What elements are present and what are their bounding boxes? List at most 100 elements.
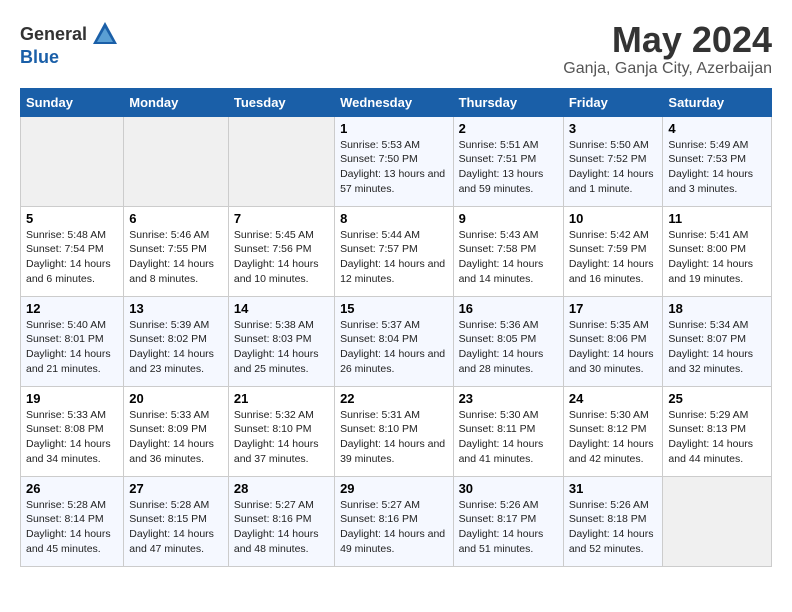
day-info: Sunrise: 5:53 AMSunset: 7:50 PMDaylight:… <box>340 138 447 197</box>
day-number: 1 <box>340 121 447 136</box>
day-info: Sunrise: 5:30 AMSunset: 8:12 PMDaylight:… <box>569 408 658 467</box>
day-info: Sunrise: 5:42 AMSunset: 7:59 PMDaylight:… <box>569 228 658 287</box>
header-wednesday: Wednesday <box>335 88 453 116</box>
day-info: Sunrise: 5:39 AMSunset: 8:02 PMDaylight:… <box>129 318 223 377</box>
calendar-week-row: 1 Sunrise: 5:53 AMSunset: 7:50 PMDayligh… <box>21 116 772 206</box>
day-number: 20 <box>129 391 223 406</box>
day-info: Sunrise: 5:49 AMSunset: 7:53 PMDaylight:… <box>668 138 766 197</box>
day-info: Sunrise: 5:26 AMSunset: 8:17 PMDaylight:… <box>459 498 558 557</box>
logo-blue: Blue <box>20 47 59 67</box>
calendar-cell: 8 Sunrise: 5:44 AMSunset: 7:57 PMDayligh… <box>335 206 453 296</box>
day-number: 9 <box>459 211 558 226</box>
calendar-cell: 15 Sunrise: 5:37 AMSunset: 8:04 PMDaylig… <box>335 296 453 386</box>
calendar-cell: 7 Sunrise: 5:45 AMSunset: 7:56 PMDayligh… <box>228 206 334 296</box>
logo-icon <box>91 20 119 48</box>
day-number: 19 <box>26 391 118 406</box>
day-info: Sunrise: 5:48 AMSunset: 7:54 PMDaylight:… <box>26 228 118 287</box>
logo-general: General <box>20 25 87 43</box>
day-info: Sunrise: 5:32 AMSunset: 8:10 PMDaylight:… <box>234 408 329 467</box>
day-info: Sunrise: 5:34 AMSunset: 8:07 PMDaylight:… <box>668 318 766 377</box>
header-monday: Monday <box>124 88 229 116</box>
calendar-cell: 14 Sunrise: 5:38 AMSunset: 8:03 PMDaylig… <box>228 296 334 386</box>
calendar-cell: 10 Sunrise: 5:42 AMSunset: 7:59 PMDaylig… <box>563 206 663 296</box>
day-number: 24 <box>569 391 658 406</box>
calendar-week-row: 26 Sunrise: 5:28 AMSunset: 8:14 PMDaylig… <box>21 476 772 566</box>
day-number: 6 <box>129 211 223 226</box>
day-info: Sunrise: 5:38 AMSunset: 8:03 PMDaylight:… <box>234 318 329 377</box>
day-number: 12 <box>26 301 118 316</box>
day-number: 8 <box>340 211 447 226</box>
calendar-cell <box>124 116 229 206</box>
calendar-cell: 9 Sunrise: 5:43 AMSunset: 7:58 PMDayligh… <box>453 206 563 296</box>
day-number: 22 <box>340 391 447 406</box>
day-number: 5 <box>26 211 118 226</box>
calendar-cell <box>228 116 334 206</box>
day-info: Sunrise: 5:40 AMSunset: 8:01 PMDaylight:… <box>26 318 118 377</box>
calendar-cell: 22 Sunrise: 5:31 AMSunset: 8:10 PMDaylig… <box>335 386 453 476</box>
calendar-cell: 5 Sunrise: 5:48 AMSunset: 7:54 PMDayligh… <box>21 206 124 296</box>
day-info: Sunrise: 5:50 AMSunset: 7:52 PMDaylight:… <box>569 138 658 197</box>
day-number: 11 <box>668 211 766 226</box>
day-info: Sunrise: 5:26 AMSunset: 8:18 PMDaylight:… <box>569 498 658 557</box>
day-number: 2 <box>459 121 558 136</box>
day-info: Sunrise: 5:43 AMSunset: 7:58 PMDaylight:… <box>459 228 558 287</box>
page-header: General Blue May 2024 Ganja, Ganja City,… <box>20 20 772 78</box>
calendar-cell: 31 Sunrise: 5:26 AMSunset: 8:18 PMDaylig… <box>563 476 663 566</box>
day-number: 21 <box>234 391 329 406</box>
calendar-cell: 12 Sunrise: 5:40 AMSunset: 8:01 PMDaylig… <box>21 296 124 386</box>
day-info: Sunrise: 5:33 AMSunset: 8:08 PMDaylight:… <box>26 408 118 467</box>
day-number: 31 <box>569 481 658 496</box>
day-info: Sunrise: 5:28 AMSunset: 8:15 PMDaylight:… <box>129 498 223 557</box>
calendar-week-row: 5 Sunrise: 5:48 AMSunset: 7:54 PMDayligh… <box>21 206 772 296</box>
calendar-cell: 28 Sunrise: 5:27 AMSunset: 8:16 PMDaylig… <box>228 476 334 566</box>
day-number: 16 <box>459 301 558 316</box>
calendar-cell: 27 Sunrise: 5:28 AMSunset: 8:15 PMDaylig… <box>124 476 229 566</box>
day-number: 28 <box>234 481 329 496</box>
calendar-cell: 4 Sunrise: 5:49 AMSunset: 7:53 PMDayligh… <box>663 116 772 206</box>
calendar-cell: 20 Sunrise: 5:33 AMSunset: 8:09 PMDaylig… <box>124 386 229 476</box>
day-info: Sunrise: 5:33 AMSunset: 8:09 PMDaylight:… <box>129 408 223 467</box>
calendar-cell: 17 Sunrise: 5:35 AMSunset: 8:06 PMDaylig… <box>563 296 663 386</box>
calendar-cell: 6 Sunrise: 5:46 AMSunset: 7:55 PMDayligh… <box>124 206 229 296</box>
day-number: 15 <box>340 301 447 316</box>
calendar-cell: 21 Sunrise: 5:32 AMSunset: 8:10 PMDaylig… <box>228 386 334 476</box>
calendar-cell: 1 Sunrise: 5:53 AMSunset: 7:50 PMDayligh… <box>335 116 453 206</box>
calendar-cell: 11 Sunrise: 5:41 AMSunset: 8:00 PMDaylig… <box>663 206 772 296</box>
day-number: 26 <box>26 481 118 496</box>
calendar-week-row: 19 Sunrise: 5:33 AMSunset: 8:08 PMDaylig… <box>21 386 772 476</box>
day-info: Sunrise: 5:51 AMSunset: 7:51 PMDaylight:… <box>459 138 558 197</box>
day-info: Sunrise: 5:30 AMSunset: 8:11 PMDaylight:… <box>459 408 558 467</box>
day-number: 25 <box>668 391 766 406</box>
day-info: Sunrise: 5:29 AMSunset: 8:13 PMDaylight:… <box>668 408 766 467</box>
day-info: Sunrise: 5:46 AMSunset: 7:55 PMDaylight:… <box>129 228 223 287</box>
calendar-cell: 25 Sunrise: 5:29 AMSunset: 8:13 PMDaylig… <box>663 386 772 476</box>
calendar-cell: 13 Sunrise: 5:39 AMSunset: 8:02 PMDaylig… <box>124 296 229 386</box>
day-number: 23 <box>459 391 558 406</box>
day-info: Sunrise: 5:27 AMSunset: 8:16 PMDaylight:… <box>340 498 447 557</box>
day-info: Sunrise: 5:45 AMSunset: 7:56 PMDaylight:… <box>234 228 329 287</box>
day-number: 29 <box>340 481 447 496</box>
day-info: Sunrise: 5:35 AMSunset: 8:06 PMDaylight:… <box>569 318 658 377</box>
day-info: Sunrise: 5:41 AMSunset: 8:00 PMDaylight:… <box>668 228 766 287</box>
calendar-cell: 18 Sunrise: 5:34 AMSunset: 8:07 PMDaylig… <box>663 296 772 386</box>
calendar-cell: 3 Sunrise: 5:50 AMSunset: 7:52 PMDayligh… <box>563 116 663 206</box>
header-sunday: Sunday <box>21 88 124 116</box>
calendar-table: SundayMondayTuesdayWednesdayThursdayFrid… <box>20 88 772 567</box>
day-info: Sunrise: 5:31 AMSunset: 8:10 PMDaylight:… <box>340 408 447 467</box>
header-tuesday: Tuesday <box>228 88 334 116</box>
day-number: 17 <box>569 301 658 316</box>
day-number: 13 <box>129 301 223 316</box>
calendar-cell: 19 Sunrise: 5:33 AMSunset: 8:08 PMDaylig… <box>21 386 124 476</box>
day-number: 18 <box>668 301 766 316</box>
day-number: 3 <box>569 121 658 136</box>
day-number: 7 <box>234 211 329 226</box>
calendar-cell: 24 Sunrise: 5:30 AMSunset: 8:12 PMDaylig… <box>563 386 663 476</box>
calendar-cell: 2 Sunrise: 5:51 AMSunset: 7:51 PMDayligh… <box>453 116 563 206</box>
day-number: 14 <box>234 301 329 316</box>
day-info: Sunrise: 5:27 AMSunset: 8:16 PMDaylight:… <box>234 498 329 557</box>
calendar-cell <box>663 476 772 566</box>
logo: General Blue <box>20 20 119 68</box>
calendar-cell <box>21 116 124 206</box>
day-info: Sunrise: 5:36 AMSunset: 8:05 PMDaylight:… <box>459 318 558 377</box>
location-title: Ganja, Ganja City, Azerbaijan <box>563 60 772 78</box>
